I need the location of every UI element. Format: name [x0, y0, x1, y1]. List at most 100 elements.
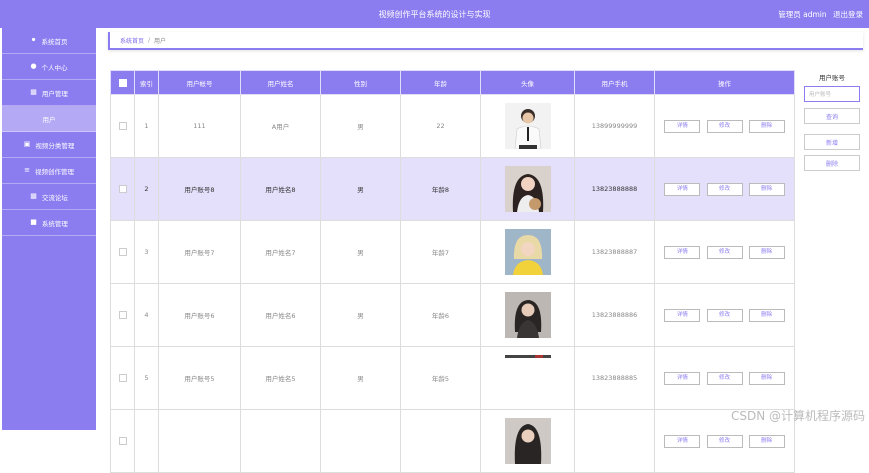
edit-button[interactable]: 修改 [706, 245, 743, 259]
cell-phone: 13823888886 [574, 283, 655, 347]
cell-account: 用户账号6 [158, 283, 241, 347]
col-gender: 性别 [320, 70, 401, 95]
table-row[interactable]: 4 用户账号6 用户姓名6 男 年龄6 13823888886 详情 修改 删除 [110, 283, 795, 347]
delete-button[interactable]: 删除 [748, 182, 785, 196]
home-icon: ⚫ [30, 36, 37, 44]
sidebar-item-forum[interactable]: ▦ 交流论坛 [2, 184, 96, 210]
detail-button[interactable]: 详情 [664, 308, 701, 322]
col-phone: 用户手机 [574, 70, 655, 95]
cell-index: 2 [134, 157, 159, 221]
delete-button[interactable]: 删除 [748, 245, 785, 259]
user-icon: ● [30, 62, 37, 70]
sidebar: ⚫ 系统首页 ● 个人中心 ▦ 用户管理 用户 ▣ 视频分类管理 ≡ 视频创作管… [2, 28, 96, 430]
edit-button[interactable]: 修改 [706, 308, 743, 322]
cell-gender: 男 [320, 346, 401, 410]
cell-age: 年龄8 [400, 157, 481, 221]
cell-avatar [480, 283, 575, 347]
detail-button[interactable]: 详情 [664, 245, 701, 259]
cell-avatar [480, 346, 575, 410]
sidebar-item-user-management[interactable]: ▦ 用户管理 [2, 80, 96, 106]
cell-name: A用户 [240, 94, 321, 158]
cell-phone [574, 409, 655, 473]
cell-gender: 男 [320, 283, 401, 347]
row-checkbox[interactable] [110, 94, 135, 158]
table-row[interactable]: 详情 修改 删除 [110, 409, 795, 473]
cell-index [134, 409, 159, 473]
add-button[interactable]: 新增 [804, 134, 860, 150]
col-actions: 操作 [654, 70, 795, 95]
cell-index: 4 [134, 283, 159, 347]
sidebar-item-label: 系统管理 [41, 219, 68, 228]
table-row[interactable]: 5 用户账号5 用户姓名5 男 年龄5 13823888885 详情 修改 删除 [110, 346, 795, 410]
sidebar-subitem-users[interactable]: 用户 [2, 106, 96, 132]
detail-button[interactable]: 详情 [664, 371, 701, 385]
sidebar-item-label: 视频分类管理 [35, 141, 75, 150]
table-row[interactable]: 2 用户账号8 用户姓名8 男 年龄8 13823888888 详情 修改 删除 [110, 157, 795, 221]
cell-avatar [480, 94, 575, 158]
batch-delete-button[interactable]: 删除 [804, 155, 860, 171]
cell-index: 5 [134, 346, 159, 410]
delete-button[interactable]: 删除 [748, 434, 785, 448]
cell-name: 用户姓名5 [240, 346, 321, 410]
cell-phone: 13823888885 [574, 346, 655, 410]
table-row[interactable]: 3 用户账号7 用户姓名7 男 年龄7 13823888887 详情 修改 删除 [110, 220, 795, 284]
breadcrumb-current: 用户 [154, 37, 167, 45]
cell-age: 年龄5 [400, 346, 481, 410]
sidebar-item-video-creation[interactable]: ≡ 视频创作管理 [2, 158, 96, 184]
delete-button[interactable]: 删除 [748, 371, 785, 385]
detail-button[interactable]: 详情 [664, 434, 701, 448]
cell-avatar [480, 220, 575, 284]
cell-age: 年龄7 [400, 220, 481, 284]
breadcrumb-home[interactable]: 系统首页 [120, 36, 144, 45]
table-row[interactable]: 1 111 A用户 男 22 13899999999 详情 修改 删除 [110, 94, 795, 158]
app-title: 视频创作平台系统的设计与实现 [378, 10, 491, 19]
select-all-checkbox[interactable] [110, 70, 135, 95]
cell-gender [320, 409, 401, 473]
row-checkbox[interactable] [110, 409, 135, 473]
row-checkbox[interactable] [110, 157, 135, 221]
edit-button[interactable]: 修改 [706, 434, 743, 448]
cell-name [240, 409, 321, 473]
avatar [504, 292, 551, 338]
cell-actions: 详情 修改 删除 [654, 283, 795, 347]
row-checkbox[interactable] [110, 220, 135, 284]
sidebar-item-system[interactable]: ■ 系统管理 [2, 210, 96, 236]
breadcrumb: 系统首页 / 用户 [108, 32, 863, 50]
sidebar-item-label: 用户管理 [41, 89, 68, 98]
col-account: 用户帐号 [158, 70, 241, 95]
cell-account [158, 409, 241, 473]
edit-button[interactable]: 修改 [706, 182, 743, 196]
sidebar-item-label: 视频创作管理 [34, 167, 74, 176]
grid-icon: ▦ [30, 192, 37, 200]
cell-phone: 13823888888 [574, 157, 655, 221]
avatar [504, 229, 551, 275]
sidebar-item-label: 用户 [42, 115, 56, 124]
query-button[interactable]: 查询 [804, 108, 860, 124]
cell-account: 用户账号8 [158, 157, 241, 221]
cell-avatar [480, 409, 575, 473]
sidebar-item-profile[interactable]: ● 个人中心 [2, 54, 96, 80]
detail-button[interactable]: 详情 [664, 119, 701, 133]
cell-gender: 男 [320, 220, 401, 284]
user-area: 管理员 admin 退出登录 [774, 9, 863, 20]
table-icon: ▦ [30, 88, 37, 96]
table-header-row: 索引 用户帐号 用户姓名 性别 年龄 头像 用户手机 操作 [110, 70, 795, 95]
top-bar: 视频创作平台系统的设计与实现 管理员 admin 退出登录 [0, 0, 869, 28]
detail-button[interactable]: 详情 [664, 182, 701, 196]
col-avatar: 头像 [480, 70, 575, 95]
search-panel: 用户账号 用户账号 查询 新增 删除 [800, 72, 864, 171]
edit-button[interactable]: 修改 [706, 119, 743, 133]
sidebar-item-label: 交流论坛 [41, 193, 68, 202]
search-input[interactable]: 用户账号 [804, 86, 860, 102]
delete-button[interactable]: 删除 [748, 308, 785, 322]
logout-link[interactable]: 退出登录 [833, 10, 863, 19]
row-checkbox[interactable] [110, 346, 135, 410]
delete-button[interactable]: 删除 [748, 119, 785, 133]
cell-actions: 详情 修改 删除 [654, 157, 795, 221]
row-checkbox[interactable] [110, 283, 135, 347]
cell-account: 111 [158, 94, 241, 158]
sidebar-item-home[interactable]: ⚫ 系统首页 [2, 28, 96, 54]
edit-button[interactable]: 修改 [706, 371, 743, 385]
sidebar-item-video-category[interactable]: ▣ 视频分类管理 [2, 132, 96, 158]
col-index: 索引 [134, 70, 159, 95]
